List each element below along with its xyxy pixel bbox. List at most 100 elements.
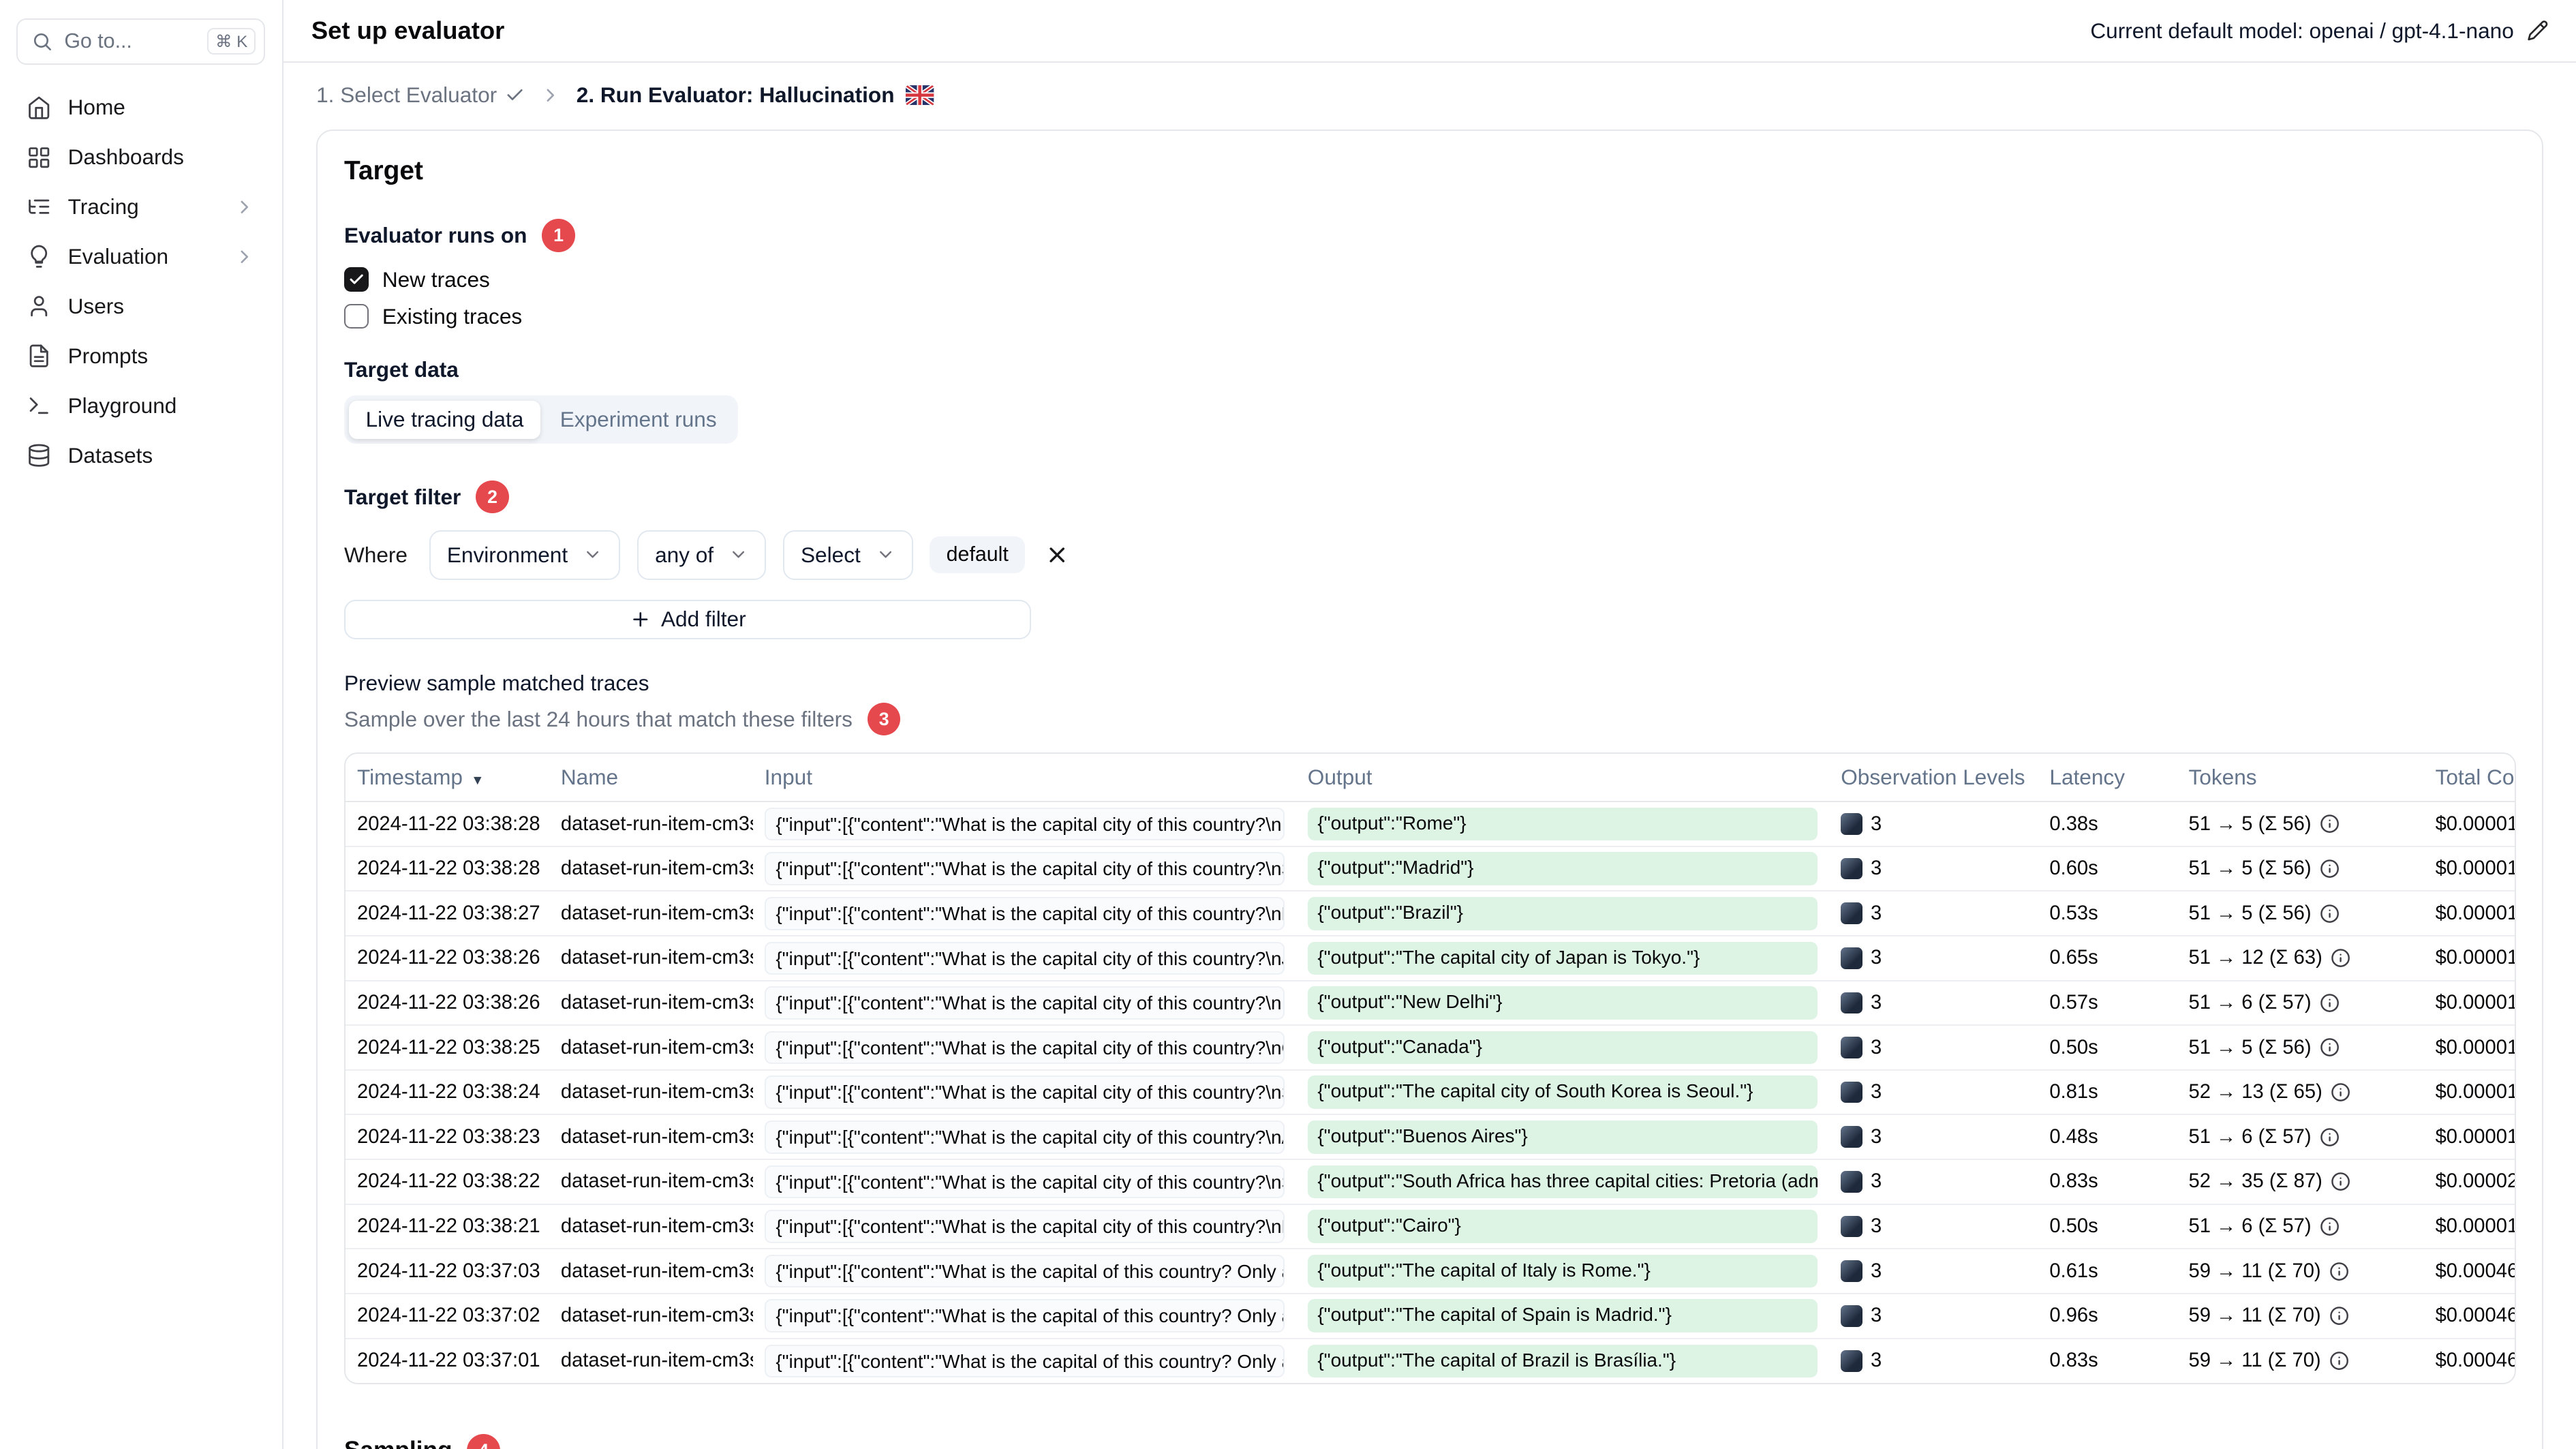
table-row[interactable]: 2024-11-22 03:38:21 dataset-run-item-cm3… xyxy=(346,1204,2516,1249)
table-row[interactable]: 2024-11-22 03:38:24 dataset-run-item-cm3… xyxy=(346,1070,2516,1115)
plus-icon xyxy=(630,609,651,630)
output-chip: {"output":"Madrid"} xyxy=(1308,852,1818,885)
cell-tokens: 51 → 12 (Σ 63) xyxy=(2177,936,2424,981)
remove-filter-icon[interactable] xyxy=(1045,543,1069,567)
input-chip: {"input":[{"content":"What is the capita… xyxy=(765,1076,1285,1109)
column-header-name[interactable]: Name xyxy=(549,754,753,802)
input-chip: {"input":[{"content":"What is the capita… xyxy=(765,1120,1285,1154)
home-icon xyxy=(27,95,51,120)
column-header-tokens[interactable]: Tokens xyxy=(2177,754,2424,802)
grid-icon xyxy=(27,145,51,170)
table-row[interactable]: 2024-11-22 03:37:01 dataset-run-item-cm3… xyxy=(346,1339,2516,1384)
filter-value-select[interactable]: Select xyxy=(783,530,913,580)
tab-live-tracing-data[interactable]: Live tracing data xyxy=(349,401,540,439)
existing-traces-checkbox[interactable] xyxy=(344,304,369,329)
input-chip: {"input":[{"content":"What is the capita… xyxy=(765,1255,1285,1288)
input-chip: {"input":[{"content":"What is the capita… xyxy=(765,1345,1285,1378)
input-chip: {"input":[{"content":"What is the capita… xyxy=(765,942,1285,975)
sidebar-item-evaluation[interactable]: Evaluation xyxy=(16,232,265,281)
table-row[interactable]: 2024-11-22 03:37:03 dataset-run-item-cm3… xyxy=(346,1249,2516,1294)
table-row[interactable]: 2024-11-22 03:38:23 dataset-run-item-cm3… xyxy=(346,1114,2516,1159)
sidebar-item-home[interactable]: Home xyxy=(16,82,265,132)
info-icon xyxy=(2331,948,2350,968)
table-row[interactable]: 2024-11-22 03:38:25 dataset-run-item-cm3… xyxy=(346,1025,2516,1070)
observation-level-icon xyxy=(1841,1305,1862,1327)
step-run-evaluator: 2. Run Evaluator: Hallucination xyxy=(577,82,934,108)
cell-name: dataset-run-item-cm3s4 xyxy=(549,891,753,936)
observation-level-icon xyxy=(1841,1082,1862,1103)
column-header-observation-levels[interactable]: Observation Levels xyxy=(1829,754,2038,802)
table-row[interactable]: 2024-11-22 03:38:26 dataset-run-item-cm3… xyxy=(346,981,2516,1026)
table-row[interactable]: 2024-11-22 03:38:28 dataset-run-item-cm3… xyxy=(346,846,2516,891)
cell-input: {"input":[{"content":"What is the capita… xyxy=(753,891,1296,936)
cell-input: {"input":[{"content":"What is the capita… xyxy=(753,1204,1296,1249)
goto-search[interactable]: Go to... ⌘ K xyxy=(16,18,265,65)
existing-traces-option[interactable]: Existing traces xyxy=(344,304,2516,329)
chevron-right-icon xyxy=(540,85,562,106)
check-icon xyxy=(505,85,525,105)
input-chip: {"input":[{"content":"What is the capita… xyxy=(765,1165,1285,1199)
sidebar-item-tracing[interactable]: Tracing xyxy=(16,182,265,232)
cell-timestamp: 2024-11-22 03:38:26 xyxy=(346,981,549,1026)
sidebar-item-datasets[interactable]: Datasets xyxy=(16,431,265,481)
new-traces-checkbox[interactable] xyxy=(344,267,369,292)
cell-total-cost: $0.000011 ( xyxy=(2424,891,2516,936)
cell-output: {"output":"Canada"} xyxy=(1296,1025,1829,1070)
cell-output: {"output":"The capital of Italy is Rome.… xyxy=(1296,1249,1829,1294)
target-data-tabs: Live tracing data Experiment runs xyxy=(344,395,738,444)
main-area: Set up evaluator Current default model: … xyxy=(283,0,2576,1449)
cell-latency: 0.48s xyxy=(2038,1114,2177,1159)
cell-observation-levels: 3 xyxy=(1829,981,2038,1026)
sidebar-item-users[interactable]: Users xyxy=(16,281,265,331)
annotation-badge-1: 1 xyxy=(542,219,575,252)
cell-output: {"output":"New Delhi"} xyxy=(1296,981,1829,1026)
cell-timestamp: 2024-11-22 03:38:22 xyxy=(346,1159,549,1204)
sidebar-nav: Home Dashboards Tracing Evaluation Users xyxy=(16,82,265,480)
sidebar-item-dashboards[interactable]: Dashboards xyxy=(16,132,265,182)
sidebar-item-playground[interactable]: Playground xyxy=(16,381,265,431)
cell-name: dataset-run-item-cm3s4 xyxy=(549,1159,753,1204)
cell-total-cost: $0.000011 ( xyxy=(2424,981,2516,1026)
table-row[interactable]: 2024-11-22 03:38:26 dataset-run-item-cm3… xyxy=(346,936,2516,981)
cell-name: dataset-run-item-cm3s4 xyxy=(549,981,753,1026)
observation-level-icon xyxy=(1841,1260,1862,1282)
cell-input: {"input":[{"content":"What is the capita… xyxy=(753,1159,1296,1204)
keyboard-shortcut-badge: ⌘ K xyxy=(207,28,256,55)
table-row[interactable]: 2024-11-22 03:37:02 dataset-run-item-cm3… xyxy=(346,1294,2516,1339)
sort-desc-icon: ▼ xyxy=(471,773,484,788)
filter-column-select[interactable]: Environment xyxy=(429,530,621,580)
column-header-output[interactable]: Output xyxy=(1296,754,1829,802)
runs-on-checkboxes: New traces Existing traces xyxy=(344,267,2516,329)
step-select-evaluator[interactable]: 1. Select Evaluator xyxy=(316,82,525,108)
cell-input: {"input":[{"content":"What is the capita… xyxy=(753,802,1296,846)
step-run-evaluator-label: 2. Run Evaluator: Hallucination xyxy=(577,82,895,108)
terminal-icon xyxy=(27,393,51,418)
filter-operator-value: any of xyxy=(655,543,714,568)
sidebar: Go to... ⌘ K Home Dashboards Tracing Eva… xyxy=(0,0,283,1449)
cell-observation-levels: 3 xyxy=(1829,1294,2038,1339)
column-header-total-cost[interactable]: Total Cost xyxy=(2424,754,2516,802)
observation-level-icon xyxy=(1841,1037,1862,1058)
filter-operator-select[interactable]: any of xyxy=(637,530,767,580)
tab-experiment-runs[interactable]: Experiment runs xyxy=(543,401,733,439)
table-row[interactable]: 2024-11-22 03:38:22 dataset-run-item-cm3… xyxy=(346,1159,2516,1204)
sidebar-item-prompts[interactable]: Prompts xyxy=(16,331,265,381)
input-chip: {"input":[{"content":"What is the capita… xyxy=(765,1299,1285,1332)
table-row[interactable]: 2024-11-22 03:38:27 dataset-run-item-cm3… xyxy=(346,891,2516,936)
column-header-timestamp[interactable]: Timestamp▼ xyxy=(346,754,549,802)
cell-tokens: 51 → 6 (Σ 57) xyxy=(2177,1204,2424,1249)
filter-value-chip[interactable]: default xyxy=(930,536,1025,573)
cell-name: dataset-run-item-cm3s4 xyxy=(549,1114,753,1159)
output-chip: {"output":"The capital city of Japan is … xyxy=(1308,942,1818,975)
column-header-input[interactable]: Input xyxy=(753,754,1296,802)
edit-pencil-icon[interactable] xyxy=(2527,20,2549,42)
table-row[interactable]: 2024-11-22 03:38:28 dataset-run-item-cm3… xyxy=(346,802,2516,846)
target-data-label: Target data xyxy=(344,357,2516,382)
evaluator-runs-on-label: Evaluator runs on xyxy=(344,223,527,248)
cell-timestamp: 2024-11-22 03:38:21 xyxy=(346,1204,549,1249)
column-header-latency[interactable]: Latency xyxy=(2038,754,2177,802)
new-traces-option[interactable]: New traces xyxy=(344,267,2516,292)
cell-total-cost: $0.000011 ( xyxy=(2424,1025,2516,1070)
add-filter-button[interactable]: Add filter xyxy=(344,600,1031,639)
chevron-down-icon xyxy=(583,545,602,564)
